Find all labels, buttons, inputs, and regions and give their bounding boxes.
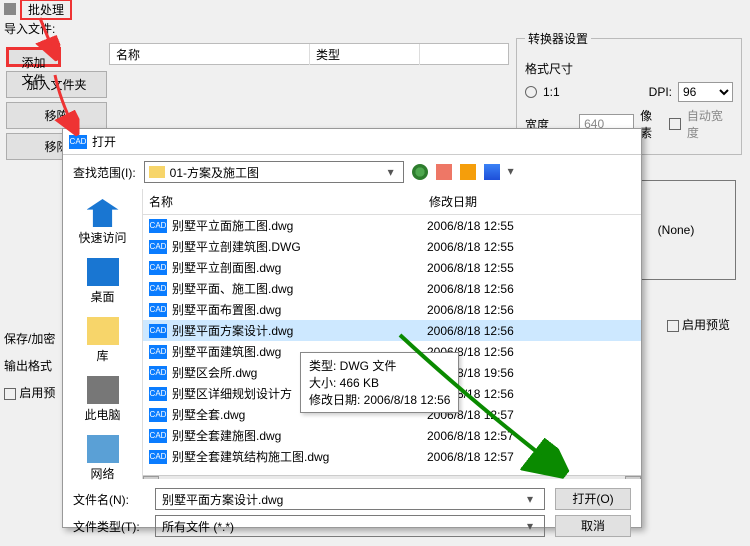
green-arrow-annotation bbox=[0, 0, 750, 541]
